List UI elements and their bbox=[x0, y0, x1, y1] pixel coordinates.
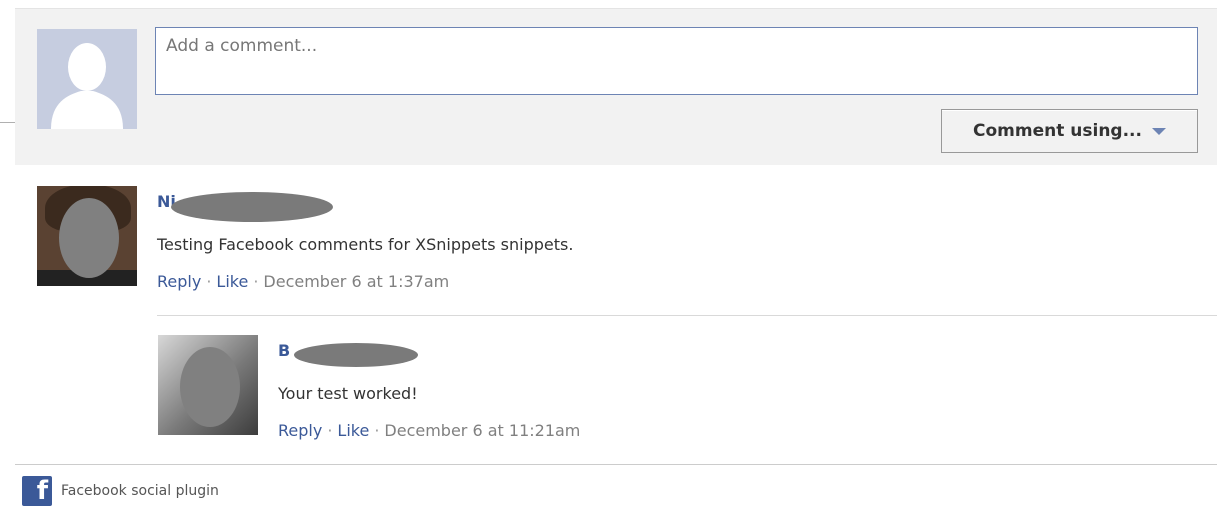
separator: · bbox=[327, 421, 333, 440]
comment-composer: Comment using... bbox=[15, 8, 1217, 165]
reply-link[interactable]: Reply bbox=[157, 272, 201, 291]
separator: · bbox=[206, 272, 212, 291]
redaction-mark bbox=[294, 343, 418, 367]
chevron-down-icon bbox=[1151, 127, 1166, 135]
footer-divider bbox=[15, 464, 1217, 465]
silhouette-icon bbox=[37, 29, 137, 129]
footer-label[interactable]: Facebook social plugin bbox=[61, 483, 219, 499]
facebook-comments-plugin: Comment using... Ni Testing Facebook com… bbox=[0, 0, 1225, 510]
separator: · bbox=[253, 272, 259, 291]
comment-using-label: Comment using... bbox=[973, 121, 1142, 141]
redaction-mark bbox=[171, 192, 333, 222]
facebook-f-icon: f bbox=[22, 476, 52, 506]
like-link[interactable]: Like bbox=[216, 272, 248, 291]
blurred-face bbox=[59, 198, 119, 278]
comment-input[interactable] bbox=[155, 27, 1198, 95]
comment-text: Your test worked! bbox=[278, 384, 418, 403]
blurred-face bbox=[180, 347, 240, 427]
comment-using-button[interactable]: Comment using... bbox=[941, 109, 1198, 153]
comment-timestamp[interactable]: December 6 at 11:21am bbox=[384, 421, 580, 440]
comment-text: Testing Facebook comments for XSnippets … bbox=[157, 235, 574, 254]
reply-divider bbox=[157, 315, 1217, 316]
comment-actions: Reply · Like · December 6 at 1:37am bbox=[157, 272, 449, 291]
comment-author[interactable]: B bbox=[278, 341, 290, 360]
reply-link[interactable]: Reply bbox=[278, 421, 322, 440]
avatar[interactable] bbox=[158, 335, 258, 435]
like-link[interactable]: Like bbox=[337, 421, 369, 440]
separator: · bbox=[374, 421, 380, 440]
comment-timestamp[interactable]: December 6 at 1:37am bbox=[263, 272, 449, 291]
plugin-footer[interactable]: f Facebook social plugin bbox=[22, 476, 219, 506]
comment-actions: Reply · Like · December 6 at 11:21am bbox=[278, 421, 580, 440]
avatar[interactable] bbox=[37, 186, 137, 286]
divider-line bbox=[0, 122, 15, 123]
